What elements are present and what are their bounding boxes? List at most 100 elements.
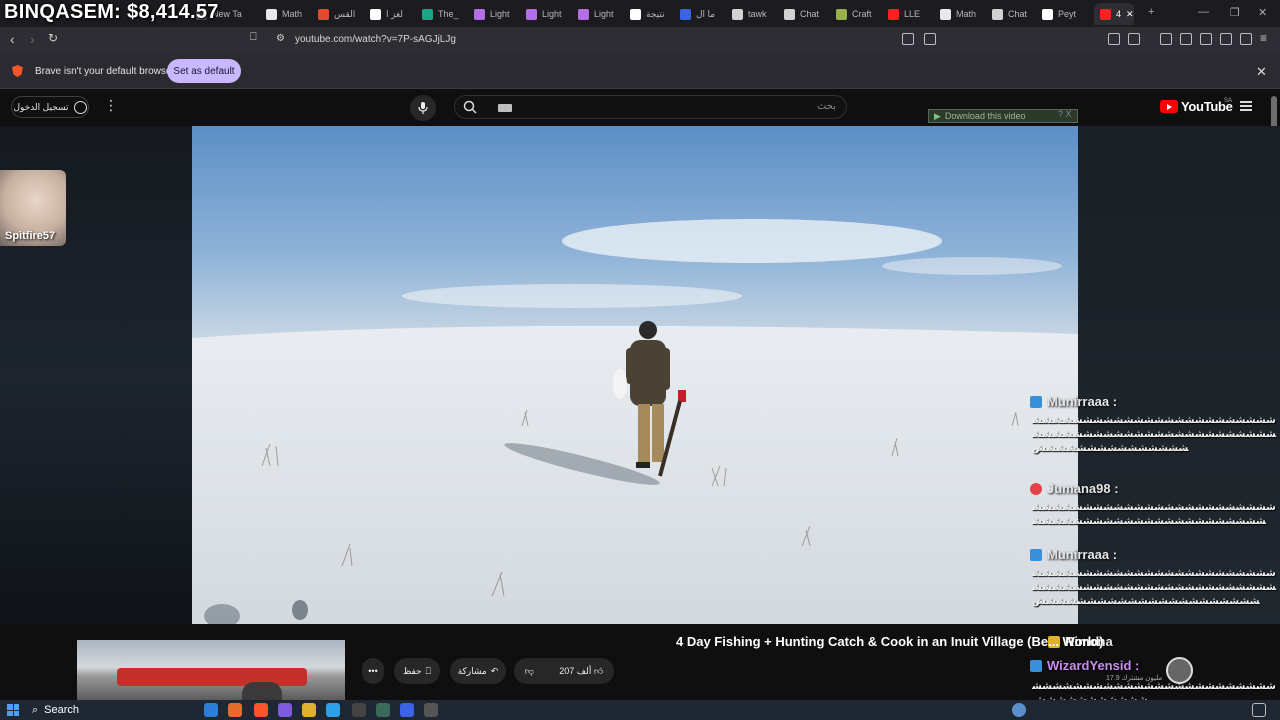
- tab-favicon-icon: [1100, 8, 1111, 20]
- address-toolbar: ‹ › ↻ ⎕ ⚙ youtube.com/watch?v=7P-sAGJjLJ…: [0, 27, 1280, 73]
- set-as-default-button[interactable]: Set as default: [167, 59, 241, 83]
- voice-search-button[interactable]: [410, 95, 436, 121]
- channel-avatar[interactable]: [1166, 657, 1193, 684]
- tab-label: ما ال: [696, 8, 716, 19]
- close-tab-icon[interactable]: ✕: [1126, 9, 1134, 20]
- vpn-icon[interactable]: [1240, 33, 1252, 45]
- tab-label: Craft: [852, 9, 872, 19]
- overlay-channel: BINQASEM:: [4, 1, 122, 23]
- chat-badge-icon: [1030, 482, 1042, 495]
- taskbar-search-icon: ⌕: [32, 703, 39, 716]
- tab-favicon-icon: [474, 8, 485, 20]
- taskbar-app-icon[interactable]: [326, 703, 340, 717]
- subscriber-count: 17.9 مليون مشترك: [1106, 675, 1163, 682]
- tab-favicon-icon: [578, 8, 589, 20]
- more-options-icon[interactable]: ⋮: [104, 97, 118, 114]
- browser-tab[interactable]: Light: [526, 3, 570, 25]
- browser-tab[interactable]: لغز ا: [370, 3, 414, 25]
- tab-favicon-icon: [630, 8, 641, 20]
- chat-message-text: شششششششششششششششششششششششششششششششششششششششش…: [1032, 502, 1276, 527]
- wallet-icon[interactable]: [1200, 33, 1212, 45]
- dislike-icon[interactable]: 👎︎: [525, 666, 534, 677]
- browser-tab[interactable]: Light: [578, 3, 622, 25]
- download-help-close[interactable]: ? X: [1058, 109, 1072, 119]
- miniplayer-thumbnail[interactable]: [77, 640, 345, 700]
- maximize-icon[interactable]: ❐: [1230, 6, 1240, 19]
- new-tab-icon[interactable]: +: [1148, 6, 1154, 18]
- browser-tab[interactable]: Chat: [992, 3, 1036, 25]
- notification-icon[interactable]: [1252, 703, 1266, 717]
- tab-label: Chat: [1008, 9, 1028, 19]
- browser-tab[interactable]: Light: [474, 3, 518, 25]
- taskbar-app-icon[interactable]: [376, 703, 390, 717]
- download-label: Download this video: [944, 111, 1026, 121]
- forward-icon[interactable]: ›: [30, 31, 35, 47]
- stream-chat-overlay: Munirraaa : شششششششششششششششششششششششششششش…: [1030, 390, 1280, 720]
- browser-tab[interactable]: Math: [266, 3, 310, 25]
- search-icon[interactable]: [463, 100, 477, 114]
- share-page-icon[interactable]: [924, 33, 936, 45]
- browser-tab[interactable]: LLE: [888, 3, 932, 25]
- pilot-shape: [242, 682, 282, 700]
- save-button[interactable]: حفظ ⎕: [394, 658, 440, 684]
- back-icon[interactable]: ‹: [10, 31, 15, 47]
- tab-label: The_: [438, 9, 459, 19]
- url-field[interactable]: youtube.com/watch?v=7P-sAGJjLJg: [295, 34, 456, 45]
- screenshot-icon[interactable]: [1128, 33, 1140, 45]
- keyboard-icon[interactable]: [498, 104, 512, 112]
- tab-favicon-icon: [422, 8, 433, 20]
- chat-message-user: Munirraaa :: [1030, 547, 1117, 562]
- taskbar-app-icon[interactable]: [400, 703, 414, 717]
- download-video-button[interactable]: ▶ Download this video: [928, 109, 1078, 123]
- tab-label: Math: [956, 9, 977, 19]
- browser-tab[interactable]: القس: [318, 3, 362, 25]
- menu-icon[interactable]: ≡: [1260, 31, 1267, 45]
- cast-icon[interactable]: [902, 33, 914, 45]
- close-window-icon[interactable]: ✕: [1258, 6, 1267, 19]
- taskbar-brave-icon[interactable]: [254, 703, 268, 717]
- close-infobar-icon[interactable]: ✕: [1256, 64, 1267, 80]
- media-icon[interactable]: [1160, 33, 1172, 45]
- site-info-icon[interactable]: ⚙: [276, 33, 285, 44]
- more-actions-button[interactable]: •••: [362, 658, 384, 684]
- youtube-logo[interactable]: YouTube: [1160, 99, 1233, 114]
- browser-tab[interactable]: The_: [422, 3, 466, 25]
- search-input[interactable]: بحث: [454, 95, 847, 119]
- sign-in-button[interactable]: تسجيل الدخول: [11, 96, 89, 118]
- weather-icon[interactable]: [1012, 703, 1026, 717]
- bookmark-icon[interactable]: ⎕: [250, 31, 257, 44]
- browser-tab[interactable]: ما ال: [680, 3, 724, 25]
- plane-shape: [117, 668, 307, 686]
- taskbar-app-icon[interactable]: [204, 703, 218, 717]
- reload-icon[interactable]: ↻: [48, 31, 58, 45]
- save-label: حفظ: [402, 665, 422, 676]
- browser-tab[interactable]: Chat: [784, 3, 828, 25]
- taskbar-search[interactable]: ⌕ Search: [25, 702, 175, 718]
- video-player[interactable]: [192, 126, 1078, 624]
- browser-tab[interactable]: Craft: [836, 3, 880, 25]
- share-button[interactable]: مشاركة ↶: [450, 658, 506, 684]
- sidebar-icon[interactable]: [1180, 33, 1192, 45]
- minimize-icon[interactable]: —: [1198, 6, 1209, 18]
- tab-strip: BINQASEM: $8,414.57 New TabMathالقسلغز ا…: [0, 0, 1280, 27]
- overlay-amount: $8,414.57: [127, 1, 219, 23]
- taskbar-app-icon[interactable]: [352, 703, 366, 717]
- brave-logo-icon: [12, 65, 23, 77]
- taskbar-app-icon[interactable]: [228, 703, 242, 717]
- browser-tab[interactable]: نتيجة: [630, 3, 674, 25]
- video-frame: [192, 126, 1078, 624]
- taskbar-folder-icon[interactable]: [302, 703, 316, 717]
- taskbar-app-icon[interactable]: [278, 703, 292, 717]
- windows-start-icon[interactable]: [7, 704, 19, 716]
- extensions-icon[interactable]: [1108, 33, 1120, 45]
- leo-ai-icon[interactable]: [1220, 33, 1232, 45]
- search-placeholder: بحث: [816, 101, 836, 112]
- like-button[interactable]: 207 ألف 👍︎: [559, 666, 603, 677]
- chat-username: Munirraaa :: [1047, 394, 1118, 409]
- browser-tab[interactable]: Math: [940, 3, 984, 25]
- browser-tab[interactable]: 4 ✕: [1094, 3, 1134, 25]
- browser-tab[interactable]: tawk: [732, 3, 776, 25]
- browser-tab[interactable]: Peyt: [1042, 3, 1086, 25]
- taskbar-app-icon[interactable]: [424, 703, 438, 717]
- guide-menu-icon[interactable]: [1240, 101, 1252, 111]
